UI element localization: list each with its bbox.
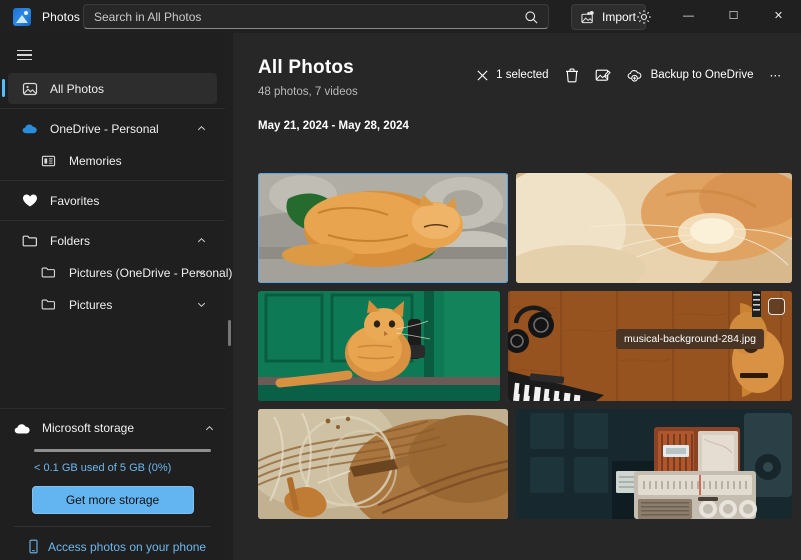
cloud-upload-icon [627,68,644,82]
sidebar-scrollbar[interactable] [228,320,231,346]
sidebar-item-folders[interactable]: Folders [8,225,217,256]
sidebar-divider [0,108,225,109]
storage-header[interactable]: Microsoft storage [0,413,225,443]
photos-app-icon [13,7,31,26]
minimize-button[interactable]: — [666,0,711,33]
photo-tile[interactable] [516,173,792,283]
chevron-up-icon[interactable] [204,423,215,434]
close-button[interactable]: ✕ [756,0,801,33]
trash-icon [565,68,579,83]
edit-button[interactable] [587,61,619,89]
sidebar-item-label: Folders [50,233,91,248]
sidebar: All Photos OneDrive - Personal Memories … [0,33,232,560]
close-icon [476,69,489,82]
photo-row [258,409,792,519]
date-group-header: May 21, 2024 - May 28, 2024 [258,120,409,132]
search-placeholder: Search in All Photos [94,9,202,24]
phone-icon [28,539,39,554]
title-bar: Photos Search in All Photos Import — ☐ ✕ [0,0,801,33]
folder-icon [22,234,40,248]
maximize-icon: ☐ [728,10,739,22]
sidebar-item-label: Pictures [69,297,113,312]
sidebar-item-onedrive-personal[interactable]: OneDrive - Personal [8,113,217,144]
chevron-up-icon[interactable] [196,123,207,134]
photo-tile[interactable] [258,291,500,401]
storage-divider [14,526,211,527]
minimize-icon: — [683,10,694,22]
photo-library-icon [22,81,40,97]
app-title: Photos [42,9,80,24]
backup-label: Backup to OneDrive [650,69,754,81]
more-options-icon: ⋯ [769,70,782,82]
photo-grid: musical-background-284.jpg [258,173,792,527]
storage-usage-text: < 0.1 GB used of 5 GB (0%) [34,462,172,474]
import-photos-icon [581,10,596,25]
sidebar-item-label: OneDrive - Personal [50,121,159,136]
maximize-button[interactable]: ☐ [711,0,756,33]
sidebar-item-pictures-onedrive[interactable]: Pictures (OneDrive - Personal) [8,257,232,288]
more-options-button[interactable]: ⋯ [762,61,790,89]
window-controls: — ☐ ✕ [666,0,801,33]
photo-row: musical-background-284.jpg [258,291,792,401]
clear-selection-button[interactable]: 1 selected [468,61,556,89]
photo-tile[interactable] [258,173,508,283]
sidebar-item-pictures[interactable]: Pictures [8,289,217,320]
sidebar-item-memories[interactable]: Memories [8,145,217,176]
photo-filename-tooltip: musical-background-284.jpg [616,329,764,349]
folder-icon [41,298,59,311]
close-icon: ✕ [773,10,784,22]
selection-count-label: 1 selected [496,69,549,81]
sidebar-divider [0,220,225,221]
get-more-storage-button[interactable]: Get more storage [31,486,194,514]
photo-selection-checkbox[interactable] [768,298,785,315]
backup-to-onedrive-button[interactable]: Backup to OneDrive [619,61,762,89]
memories-icon [41,154,59,168]
access-photos-on-phone-link[interactable]: Access photos on your phone [28,539,225,554]
photo-row [258,173,792,283]
storage-progress-bar [34,449,211,452]
microsoft-storage-panel: Microsoft storage < 0.1 GB used of 5 GB … [0,404,225,560]
edit-image-icon [595,68,611,83]
photo-tile[interactable] [258,409,508,519]
sidebar-item-favorites[interactable]: Favorites [8,185,217,216]
gear-icon [636,9,652,25]
access-photos-label: Access photos on your phone [48,539,207,554]
sidebar-item-label: All Photos [50,81,105,96]
sidebar-item-label: Pictures (OneDrive - Personal) [69,265,233,280]
storage-title: Microsoft storage [42,421,135,435]
delete-button[interactable] [557,61,587,89]
chevron-up-icon[interactable] [196,235,207,246]
folder-icon [41,266,59,279]
cloud-icon [14,422,32,435]
chevron-down-icon[interactable] [196,299,207,310]
sidebar-item-label: Memories [69,153,122,168]
sidebar-divider [0,408,225,409]
search-icon[interactable] [524,10,539,25]
cloud-icon [22,122,40,135]
main-content: All Photos 48 photos, 7 videos 1 selecte… [233,33,801,560]
heart-icon [22,193,40,208]
selection-toolbar: 1 selected Backup to OneDrive ⋯ [468,61,789,89]
settings-button[interactable] [630,4,658,30]
chevron-down-icon[interactable] [196,267,207,278]
search-input[interactable]: Search in All Photos [83,4,549,29]
sidebar-item-label: Favorites [50,193,100,208]
sidebar-item-all-photos[interactable]: All Photos [2,73,217,104]
photo-tile[interactable] [516,409,792,519]
photo-tile-selected[interactable]: musical-background-284.jpg [508,291,792,401]
hamburger-icon[interactable] [10,39,50,71]
sidebar-divider [0,180,225,181]
